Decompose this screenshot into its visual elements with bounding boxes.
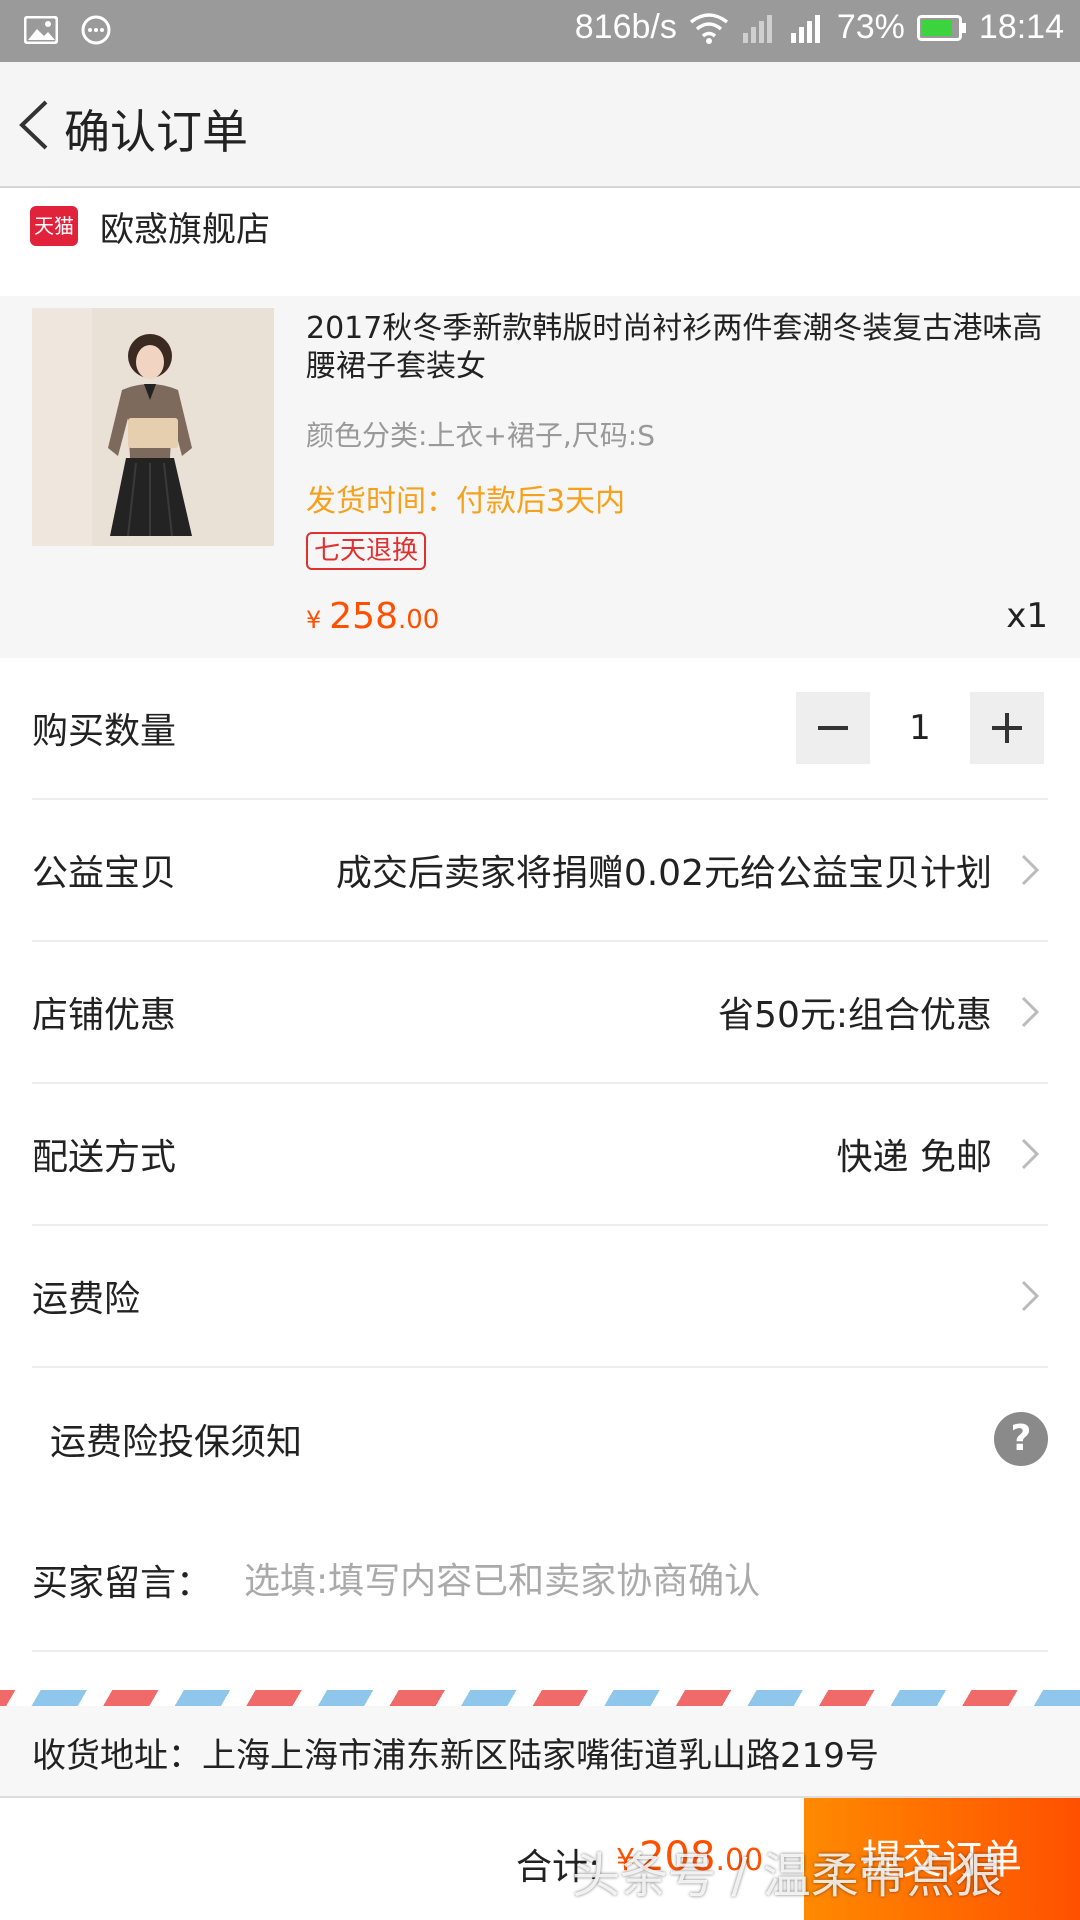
airmail-stripe: [0, 1690, 1080, 1706]
price-integer: 258: [329, 596, 398, 637]
buyer-message-label: 买家留言：: [32, 1563, 213, 1604]
plus-icon: [992, 713, 1022, 743]
product-image: [32, 308, 274, 546]
insurance-notice-row[interactable]: 运费险投保须知 ?: [32, 1368, 1048, 1510]
nav-bar: 确认订单: [0, 62, 1080, 188]
minus-icon: [818, 726, 848, 730]
chevron-right-icon: [1021, 854, 1040, 886]
tmall-logo-icon: 天猫: [30, 206, 78, 246]
buyer-message-input[interactable]: [244, 1546, 1024, 1616]
chat-icon: [80, 14, 112, 46]
insurance-notice-label: 运费险投保须知: [50, 1422, 303, 1463]
discount-label: 店铺优惠: [32, 995, 177, 1036]
signal-icon: [789, 13, 825, 43]
charity-label: 公益宝贝: [32, 853, 177, 894]
chevron-left-icon: [19, 100, 48, 150]
product-quantity: x1: [1006, 596, 1048, 636]
quantity-label: 购买数量: [32, 711, 177, 752]
total-integer: 208: [639, 1834, 716, 1880]
shop-header[interactable]: 天猫 欧惑旗舰店: [0, 190, 1080, 294]
product-title: 2017秋冬季新款韩版时尚衬衫两件套潮冬装复古港味高腰裙子套装女: [306, 311, 1043, 384]
address-row[interactable]: 收货地址： 上海上海市浦东新区陆家嘴街道乳山路219号: [0, 1706, 1080, 1796]
discount-value: 省50元:组合优惠: [718, 995, 992, 1036]
back-button[interactable]: [8, 92, 68, 158]
decrement-button[interactable]: [796, 692, 870, 764]
network-speed: 816b/s: [574, 8, 677, 46]
product-spec: 颜色分类:上衣+裙子,尺码:S: [306, 419, 656, 452]
total-price: ¥ 208 .00: [616, 1834, 763, 1880]
battery-icon: [916, 14, 967, 41]
return-badge: 七天退换: [306, 532, 427, 570]
price-decimal: .00: [398, 605, 440, 635]
clock: 18:14: [978, 8, 1064, 46]
signal-off-icon: [741, 13, 777, 43]
checkout-bar: 合计: ¥ 208 .00 提交订单: [0, 1796, 1080, 1920]
shop-name: 欧惑旗舰店: [100, 210, 270, 250]
insurance-label: 运费险: [32, 1279, 141, 1320]
chevron-right-icon: [1021, 996, 1040, 1028]
delivery-label: 配送方式: [32, 1137, 177, 1178]
increment-button[interactable]: [970, 692, 1044, 764]
total-decimal: .00: [715, 1843, 764, 1878]
total-currency: ¥: [616, 1843, 636, 1878]
discount-row[interactable]: 店铺优惠 省50元:组合优惠: [32, 942, 1048, 1084]
chevron-right-icon: [1021, 1138, 1040, 1170]
ship-time: 发货时间：付款后3天内: [306, 484, 626, 519]
total-label: 合计:: [516, 1847, 601, 1888]
insurance-row[interactable]: 运费险: [32, 1226, 1048, 1368]
product-price: ¥ 258 .00: [306, 596, 439, 637]
delivery-value: 快递 免邮: [836, 1137, 992, 1178]
status-bar: 816b/s 73% 18:14: [0, 0, 1080, 62]
charity-value: 成交后卖家将捐赠0.02元给公益宝贝计划: [335, 853, 992, 894]
address-value: 上海上海市浦东新区陆家嘴街道乳山路219号: [202, 1736, 879, 1776]
battery-percent: 73%: [836, 8, 905, 46]
quantity-value[interactable]: 1: [870, 692, 970, 764]
charity-row[interactable]: 公益宝贝 成交后卖家将捐赠0.02元给公益宝贝计划: [32, 800, 1048, 942]
buyer-message-row: 买家留言：: [32, 1510, 1048, 1652]
address-label: 收货地址：: [32, 1736, 202, 1776]
price-currency: ¥: [306, 606, 322, 634]
submit-order-button[interactable]: 提交订单: [804, 1798, 1080, 1920]
help-icon[interactable]: ?: [994, 1412, 1048, 1466]
wifi-icon: [689, 12, 729, 44]
quantity-row: 购买数量 1: [32, 658, 1048, 800]
image-icon: [24, 16, 58, 44]
quantity-stepper: 1: [796, 692, 1044, 764]
delivery-row[interactable]: 配送方式 快递 免邮: [32, 1084, 1048, 1226]
product-card[interactable]: 2017秋冬季新款韩版时尚衬衫两件套潮冬装复古港味高腰裙子套装女 颜色分类:上衣…: [0, 296, 1080, 658]
chevron-right-icon: [1021, 1280, 1040, 1312]
page-title: 确认订单: [64, 105, 248, 159]
